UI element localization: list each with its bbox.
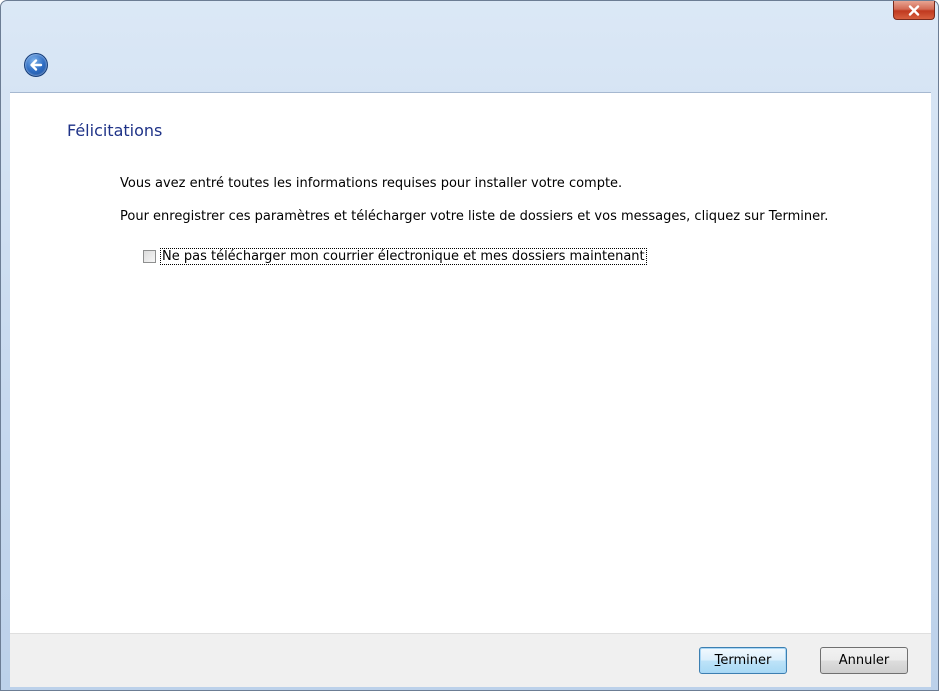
info-text: Vous avez entré toutes les informations … <box>120 176 623 191</box>
content-panel: Félicitations Vous avez entré toutes les… <box>10 92 931 634</box>
button-bar: Terminer Annuler <box>10 633 931 687</box>
wizard-window: Félicitations Vous avez entré toutes les… <box>0 0 939 691</box>
skip-download-checkbox[interactable] <box>143 250 156 263</box>
skip-download-option[interactable]: Ne pas télécharger mon courrier électron… <box>143 248 647 265</box>
close-icon <box>908 4 920 16</box>
page-title: Félicitations <box>67 121 163 140</box>
instruction-text: Pour enregistrer ces paramètres et téléc… <box>120 209 829 224</box>
cancel-button-label: Annuler <box>838 653 890 668</box>
finish-button[interactable]: Terminer <box>699 647 787 674</box>
back-arrow-icon <box>30 59 43 71</box>
cancel-button[interactable]: Annuler <box>820 647 908 674</box>
back-button[interactable] <box>24 53 48 77</box>
finish-button-label: Terminer <box>714 653 772 668</box>
skip-download-label[interactable]: Ne pas télécharger mon courrier électron… <box>160 248 647 265</box>
close-button[interactable] <box>893 1 935 20</box>
